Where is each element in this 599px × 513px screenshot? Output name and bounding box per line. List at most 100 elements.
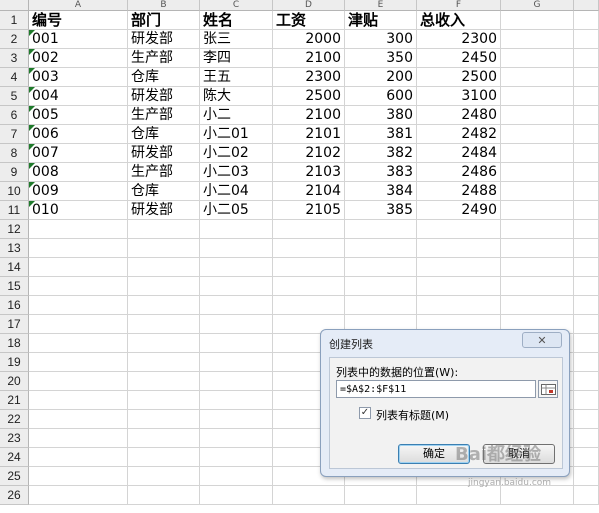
empty-cell[interactable] — [345, 296, 417, 315]
empty-cell[interactable] — [417, 277, 501, 296]
table-cell[interactable]: 小二03 — [200, 163, 273, 182]
table-cell[interactable]: 王五 — [200, 68, 273, 87]
empty-cell[interactable] — [128, 296, 200, 315]
column-header-c[interactable]: C — [200, 0, 273, 11]
empty-cell[interactable] — [501, 11, 574, 30]
column-header-d[interactable]: D — [273, 0, 345, 11]
table-cell[interactable]: 2488 — [417, 182, 501, 201]
table-cell[interactable]: 2300 — [417, 30, 501, 49]
table-cell[interactable]: 2500 — [417, 68, 501, 87]
table-cell[interactable]: 2101 — [273, 125, 345, 144]
row-header-20[interactable]: 20 — [0, 372, 29, 391]
table-cell[interactable]: 600 — [345, 87, 417, 106]
row-header-9[interactable]: 9 — [0, 163, 29, 182]
empty-cell[interactable] — [273, 277, 345, 296]
row-header-1[interactable]: 1 — [0, 11, 29, 30]
row-header-16[interactable]: 16 — [0, 296, 29, 315]
empty-cell[interactable] — [574, 448, 599, 467]
table-cell[interactable]: 2103 — [273, 163, 345, 182]
empty-cell[interactable] — [417, 258, 501, 277]
table-cell[interactable]: 2100 — [273, 106, 345, 125]
column-header-a[interactable]: A — [29, 0, 128, 11]
empty-cell[interactable] — [200, 391, 273, 410]
empty-cell[interactable] — [128, 353, 200, 372]
empty-cell[interactable] — [200, 410, 273, 429]
empty-cell[interactable] — [200, 296, 273, 315]
column-header-e[interactable]: E — [345, 0, 417, 11]
empty-cell[interactable] — [345, 220, 417, 239]
row-header-23[interactable]: 23 — [0, 429, 29, 448]
empty-cell[interactable] — [29, 448, 128, 467]
range-input[interactable] — [336, 380, 536, 398]
empty-cell[interactable] — [273, 258, 345, 277]
empty-cell[interactable] — [200, 220, 273, 239]
empty-cell[interactable] — [574, 182, 599, 201]
empty-cell[interactable] — [345, 239, 417, 258]
empty-cell[interactable] — [128, 277, 200, 296]
empty-cell[interactable] — [345, 258, 417, 277]
table-cell[interactable]: 陈大 — [200, 87, 273, 106]
empty-cell[interactable] — [574, 353, 599, 372]
table-cell[interactable]: 2300 — [273, 68, 345, 87]
table-cell[interactable]: 384 — [345, 182, 417, 201]
empty-cell[interactable] — [128, 220, 200, 239]
table-cell[interactable]: 2102 — [273, 144, 345, 163]
empty-cell[interactable] — [574, 49, 599, 68]
empty-cell[interactable] — [574, 315, 599, 334]
empty-cell[interactable] — [29, 467, 128, 486]
table-cell[interactable]: 009 — [29, 182, 128, 201]
table-cell[interactable]: 300 — [345, 30, 417, 49]
empty-cell[interactable] — [200, 448, 273, 467]
row-header-24[interactable]: 24 — [0, 448, 29, 467]
empty-cell[interactable] — [273, 239, 345, 258]
empty-cell[interactable] — [345, 486, 417, 505]
empty-cell[interactable] — [200, 486, 273, 505]
table-cell[interactable]: 小二05 — [200, 201, 273, 220]
empty-cell[interactable] — [501, 49, 574, 68]
row-header-11[interactable]: 11 — [0, 201, 29, 220]
empty-cell[interactable] — [417, 239, 501, 258]
empty-cell[interactable] — [200, 429, 273, 448]
row-header-6[interactable]: 6 — [0, 106, 29, 125]
table-cell[interactable]: 010 — [29, 201, 128, 220]
row-header-8[interactable]: 8 — [0, 144, 29, 163]
row-header-14[interactable]: 14 — [0, 258, 29, 277]
empty-cell[interactable] — [128, 467, 200, 486]
table-cell[interactable]: 001 — [29, 30, 128, 49]
table-cell[interactable]: 2500 — [273, 87, 345, 106]
column-header-b[interactable]: B — [128, 0, 200, 11]
empty-cell[interactable] — [574, 429, 599, 448]
empty-cell[interactable] — [574, 372, 599, 391]
table-cell[interactable]: 2000 — [273, 30, 345, 49]
row-header-17[interactable]: 17 — [0, 315, 29, 334]
empty-cell[interactable] — [417, 220, 501, 239]
table-cell[interactable]: 生产部 — [128, 163, 200, 182]
table-cell[interactable]: 2450 — [417, 49, 501, 68]
empty-cell[interactable] — [128, 239, 200, 258]
empty-cell[interactable] — [574, 467, 599, 486]
table-cell[interactable]: 生产部 — [128, 49, 200, 68]
close-button[interactable]: ✕ — [522, 332, 562, 348]
empty-cell[interactable] — [29, 429, 128, 448]
row-header-3[interactable]: 3 — [0, 49, 29, 68]
row-header-13[interactable]: 13 — [0, 239, 29, 258]
empty-cell[interactable] — [29, 277, 128, 296]
empty-cell[interactable] — [29, 410, 128, 429]
table-cell[interactable]: 仓库 — [128, 182, 200, 201]
empty-cell[interactable] — [501, 239, 574, 258]
table-cell[interactable]: 007 — [29, 144, 128, 163]
empty-cell[interactable] — [200, 467, 273, 486]
empty-cell[interactable] — [501, 87, 574, 106]
empty-cell[interactable] — [29, 353, 128, 372]
empty-cell[interactable] — [200, 277, 273, 296]
empty-cell[interactable] — [273, 486, 345, 505]
empty-cell[interactable] — [417, 296, 501, 315]
header-cell[interactable]: 部门 — [128, 11, 200, 30]
empty-cell[interactable] — [29, 486, 128, 505]
empty-cell[interactable] — [574, 201, 599, 220]
empty-cell[interactable] — [574, 125, 599, 144]
header-cell[interactable]: 津贴 — [345, 11, 417, 30]
header-cell[interactable]: 总收入 — [417, 11, 501, 30]
row-header-25[interactable]: 25 — [0, 467, 29, 486]
table-cell[interactable]: 2100 — [273, 49, 345, 68]
